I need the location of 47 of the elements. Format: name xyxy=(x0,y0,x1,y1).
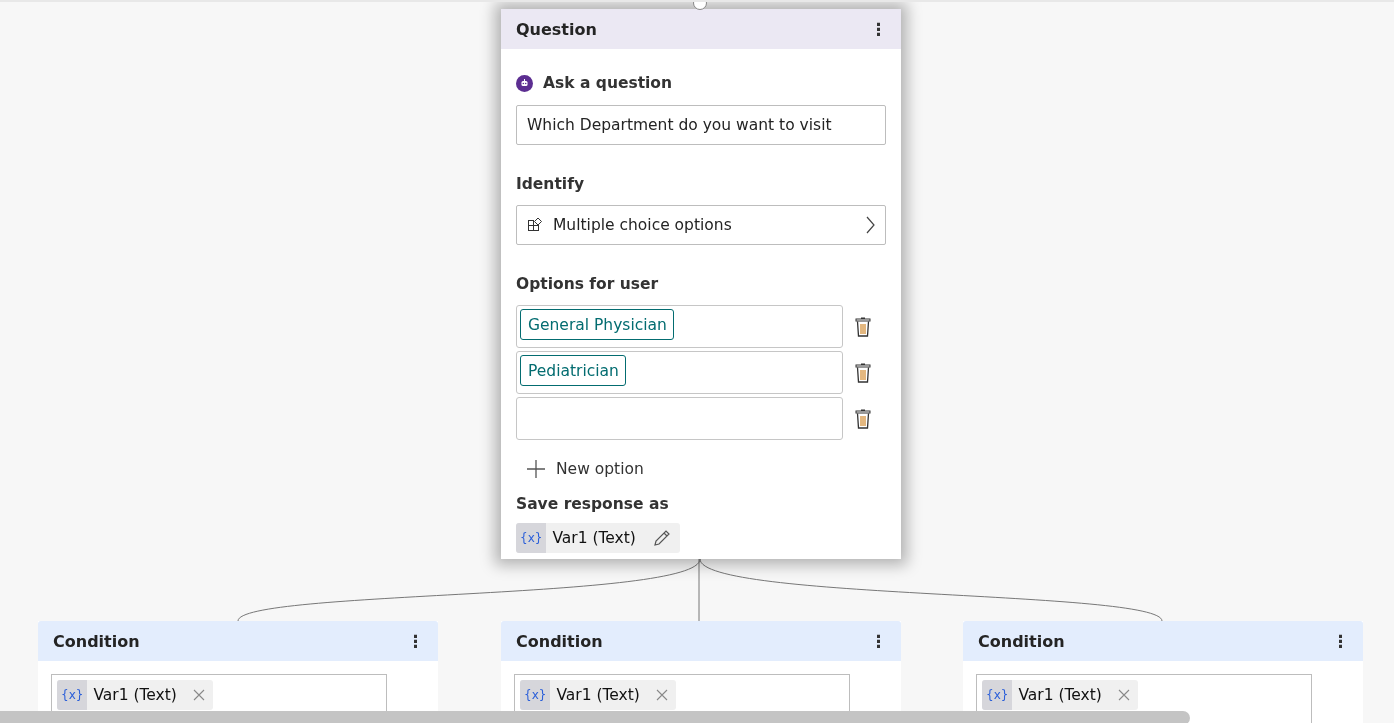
close-icon xyxy=(655,689,668,701)
option-tag[interactable]: General Physician xyxy=(520,309,674,340)
variable-chip[interactable]: {x} Var1 (Text) xyxy=(520,680,676,710)
chevron-right-icon xyxy=(865,216,875,234)
section-label: Save response as xyxy=(516,495,670,513)
question-input[interactable]: Which Department do you want to visit xyxy=(516,105,886,145)
new-option-button[interactable]: New option xyxy=(516,455,886,483)
delete-button[interactable] xyxy=(855,316,871,337)
variable-chip[interactable]: {x} Var1 (Text) xyxy=(57,680,213,710)
plus-icon xyxy=(526,459,546,479)
close-icon xyxy=(192,689,205,701)
section-label: Ask a question xyxy=(543,74,673,92)
node-title: Question xyxy=(516,19,597,39)
variable-name: Var1 (Text) xyxy=(555,686,641,704)
more-options-button[interactable]: ⋮ xyxy=(870,19,887,39)
variable-badge: {x} xyxy=(516,523,547,553)
scrollbar[interactable] xyxy=(0,711,1190,723)
bot-icon xyxy=(516,74,533,92)
option-field[interactable]: Pediatrician xyxy=(516,351,843,394)
more-options-button[interactable]: ⋮ xyxy=(1332,631,1349,651)
variable-name: Var1 (Text) xyxy=(1017,686,1103,704)
pencil-icon xyxy=(651,528,672,548)
identify-dropdown[interactable]: Multiple choice options xyxy=(516,205,886,245)
node-title: Condition xyxy=(978,631,1065,651)
node-title: Condition xyxy=(516,631,603,651)
grid-shapes-icon xyxy=(527,217,543,233)
variable-badge: {x} xyxy=(520,680,551,710)
variable-chip[interactable]: {x} Var1 (Text) xyxy=(516,523,680,553)
section-label: Options for user xyxy=(516,275,660,293)
more-options-button[interactable]: ⋮ xyxy=(870,631,887,651)
trash-icon xyxy=(855,362,871,383)
close-icon xyxy=(1117,689,1130,701)
variable-name: Var1 (Text) xyxy=(551,529,637,547)
variable-badge: {x} xyxy=(982,680,1013,710)
option-tag[interactable]: Pediatrician xyxy=(520,355,626,386)
more-options-button[interactable]: ⋮ xyxy=(407,631,424,651)
variable-name: Var1 (Text) xyxy=(92,686,178,704)
delete-button[interactable] xyxy=(855,362,871,383)
section-label: Identify xyxy=(516,175,585,193)
variable-chip[interactable]: {x} Var1 (Text) xyxy=(982,680,1138,710)
trash-icon xyxy=(855,316,871,337)
option-field[interactable] xyxy=(516,397,843,440)
delete-button[interactable] xyxy=(855,408,871,429)
option-field[interactable]: General Physician xyxy=(516,305,843,348)
trash-icon xyxy=(855,408,871,429)
variable-badge: {x} xyxy=(57,680,88,710)
node-title: Condition xyxy=(53,631,140,651)
